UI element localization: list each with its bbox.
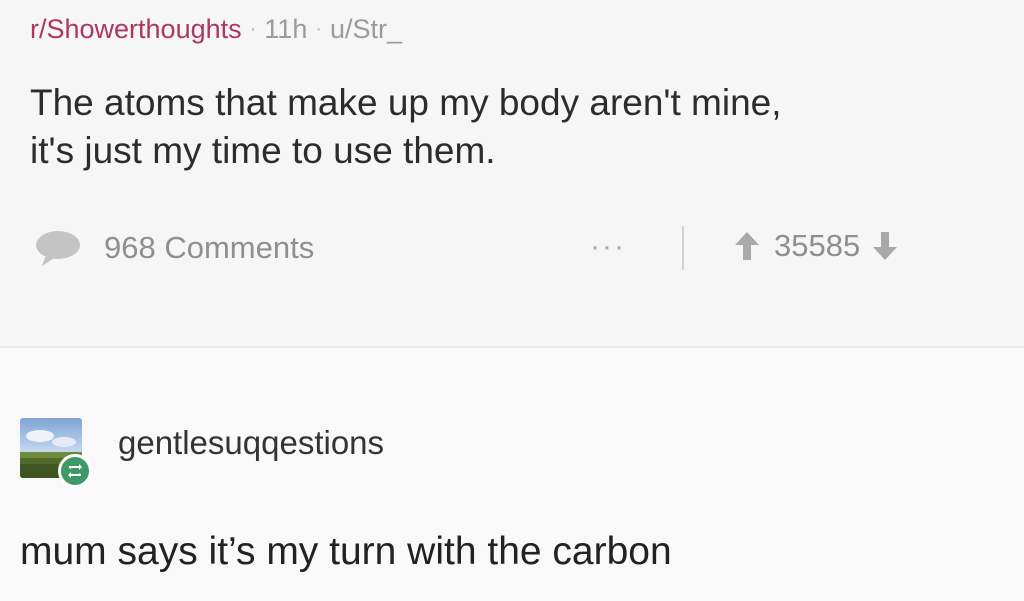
more-options-button[interactable]: ··· bbox=[590, 230, 626, 264]
reddit-post-card: r/Showerthoughts · 11h · u/Str_ The atoms th… bbox=[0, 0, 1024, 346]
comments-count-label: 968 Comments bbox=[104, 230, 315, 265]
tumblr-reblog-reply: gentlesuqqestions mum says it’s my turn … bbox=[0, 348, 1024, 601]
screenshot-page: r/Showerthoughts · 11h · u/Str_ The atoms th… bbox=[0, 0, 1024, 601]
upvote-arrow-icon[interactable] bbox=[734, 231, 760, 261]
post-author-link[interactable]: u/Str_ bbox=[330, 14, 402, 44]
actions-divider bbox=[682, 226, 684, 270]
meta-separator: · bbox=[249, 18, 257, 40]
avatar[interactable] bbox=[20, 418, 94, 488]
post-title-line: it's just my time to use them. bbox=[30, 130, 496, 171]
post-actions-bar: 968 Comments ··· 35585 bbox=[34, 226, 1004, 276]
post-time: 11h bbox=[264, 14, 308, 44]
downvote-arrow-icon[interactable] bbox=[872, 231, 898, 261]
vote-controls: 35585 bbox=[734, 228, 898, 264]
reblog-icon bbox=[58, 454, 92, 488]
post-title-line: The atoms that make up my body aren't mi… bbox=[30, 82, 782, 123]
reply-username-link[interactable]: gentlesuqqestions bbox=[118, 424, 384, 462]
post-score: 35585 bbox=[774, 228, 861, 263]
comment-bubble-icon bbox=[36, 231, 80, 266]
reply-body-text: mum says it’s my turn with the carbon bbox=[20, 530, 672, 573]
meta-separator: · bbox=[315, 18, 323, 40]
subreddit-link[interactable]: r/Showerthoughts bbox=[30, 14, 242, 44]
comments-button[interactable]: 968 Comments bbox=[34, 229, 314, 267]
post-title[interactable]: The atoms that make up my body aren't mi… bbox=[30, 79, 1020, 175]
post-meta: r/Showerthoughts · 11h · u/Str_ bbox=[30, 14, 402, 45]
